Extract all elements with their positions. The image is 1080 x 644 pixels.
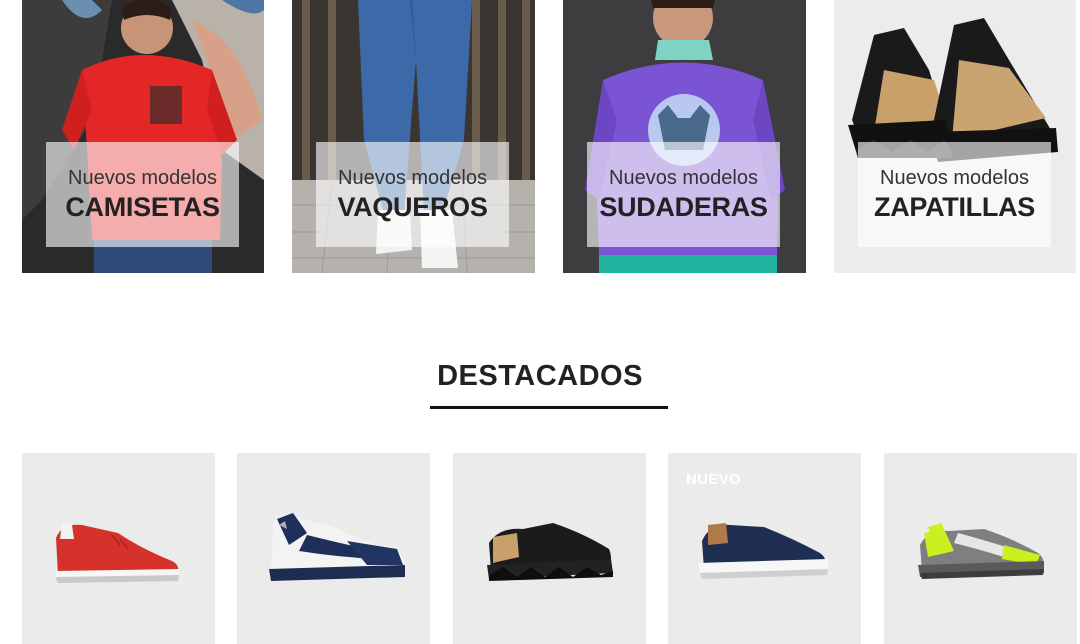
category-title: CAMISETAS <box>65 191 220 222</box>
product-badge: NUEVO <box>686 471 741 488</box>
black-tan-sneaker-image <box>487 523 613 581</box>
category-title: VAQUEROS <box>337 191 488 222</box>
product-card[interactable] <box>884 453 1077 644</box>
category-camisetas[interactable]: Nuevos modelos CAMISETAS <box>22 0 264 273</box>
red-sneaker-image <box>55 523 179 583</box>
category-vaqueros[interactable]: Nuevos modelos VAQUEROS <box>292 0 535 273</box>
category-subtitle: Nuevos modelos <box>338 166 487 189</box>
category-subtitle: Nuevos modelos <box>609 166 758 189</box>
category-title: ZAPATILLAS <box>874 191 1035 222</box>
category-zapatillas[interactable]: Nuevos modelos ZAPATILLAS <box>834 0 1076 273</box>
product-card[interactable] <box>453 453 646 644</box>
category-label: Nuevos modelos ZAPATILLAS <box>858 142 1051 247</box>
category-subtitle: Nuevos modelos <box>880 166 1029 189</box>
product-card[interactable] <box>22 453 215 644</box>
category-label: Nuevos modelos SUDADERAS <box>587 142 780 247</box>
product-card[interactable]: NUEVO <box>668 453 861 644</box>
category-title: SUDADERAS <box>599 191 768 222</box>
grey-neon-sneaker-image <box>918 523 1044 579</box>
category-label: Nuevos modelos VAQUEROS <box>316 142 509 247</box>
navy-white-sneaker-image <box>269 513 405 581</box>
category-subtitle: Nuevos modelos <box>68 166 217 189</box>
product-card[interactable] <box>237 453 430 644</box>
category-label: Nuevos modelos CAMISETAS <box>46 142 239 247</box>
featured-section-title: DESTACADOS <box>437 360 643 392</box>
category-sudaderas[interactable]: Nuevos modelos SUDADERAS <box>563 0 806 273</box>
section-title-underline <box>430 406 668 409</box>
